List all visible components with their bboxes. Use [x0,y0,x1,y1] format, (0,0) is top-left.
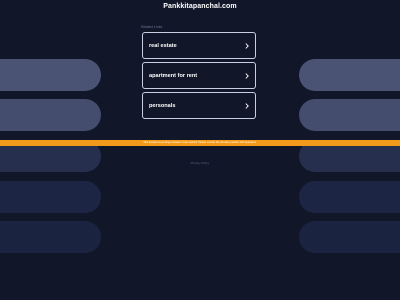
chevron-right-icon [245,102,249,109]
background-pill [299,99,400,131]
expiry-notice-banner: This domain is pending renewal or has ex… [0,140,400,146]
related-link-label: apartment for rent [149,72,198,79]
related-links-label: Related Links [141,25,163,29]
related-link-personals[interactable]: personals [142,92,256,119]
site-title: Pankkitapanchal.com [163,3,237,10]
background-pill [0,59,101,91]
related-link-real-estate[interactable]: real estate [142,32,256,59]
background-pill [299,59,400,91]
chevron-right-icon [245,72,249,79]
background-pill [299,181,400,213]
background-pill [0,99,101,131]
related-link-label: real estate [149,42,177,49]
privacy-policy-link[interactable]: Privacy Policy [0,161,400,165]
related-link-label: personals [149,102,176,109]
related-link-apartment-for-rent[interactable]: apartment for rent [142,62,256,89]
background-pill [0,221,101,253]
background-pill [0,181,101,213]
chevron-right-icon [245,42,249,49]
background-pill [299,221,400,253]
